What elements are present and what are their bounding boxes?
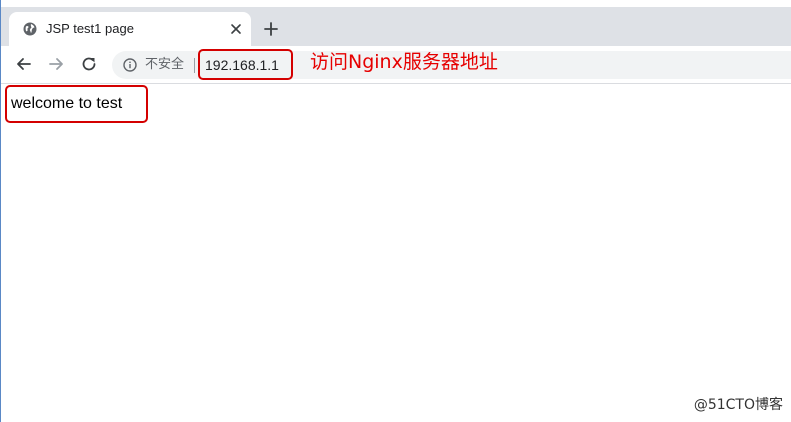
reload-icon[interactable]	[80, 55, 98, 73]
info-icon[interactable]	[123, 58, 137, 72]
globe-icon	[23, 22, 37, 36]
clipped-window-title	[1, 0, 121, 1]
watermark: @51CTO博客	[693, 397, 783, 413]
tab-title: JSP test1 page	[46, 21, 134, 36]
security-status-label[interactable]: 不安全	[145, 57, 184, 73]
annotation-text: 访问Nginx服务器地址	[310, 51, 498, 73]
plus-icon[interactable]	[263, 21, 279, 37]
tab-strip: JSP test1 page	[1, 7, 791, 46]
url-highlight-box	[198, 49, 293, 80]
browser-window: JSP test1 page 不安全 192.168.1.1 访问Nginx服务…	[0, 0, 791, 422]
page-content: welcome to test	[1, 84, 791, 422]
close-icon[interactable]	[229, 22, 243, 36]
body-highlight-box	[5, 85, 148, 123]
arrow-right-icon[interactable]	[47, 55, 65, 73]
tab-active[interactable]: JSP test1 page	[9, 12, 251, 46]
arrow-left-icon[interactable]	[15, 55, 33, 73]
omnibox-divider	[194, 58, 195, 73]
